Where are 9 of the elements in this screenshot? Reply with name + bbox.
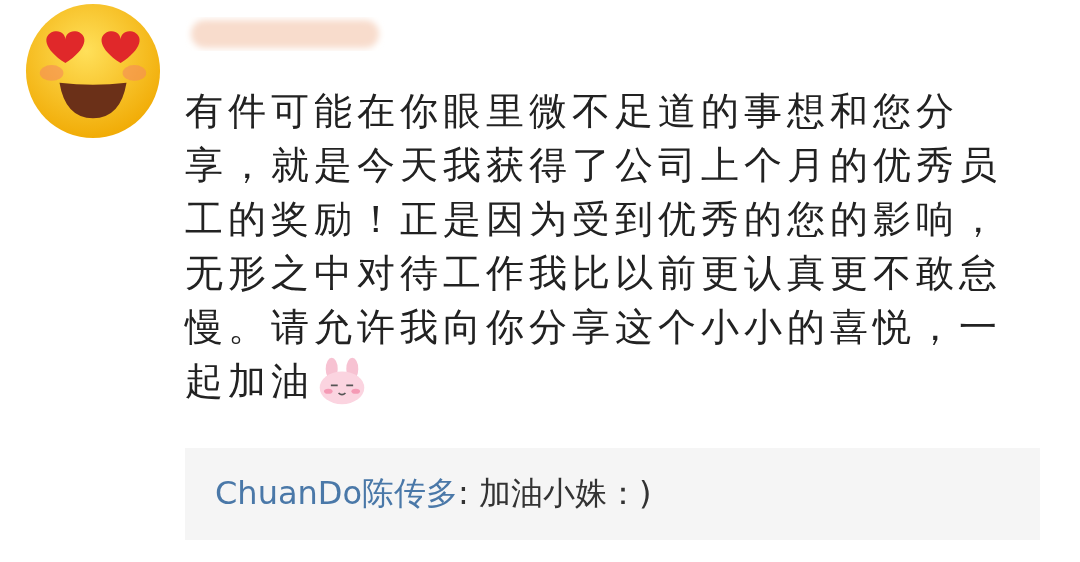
comment-text: 享，就是今天我获得了公司上个月的优秀员 — [185, 142, 1002, 189]
comment-text: 工的奖励！正是因为受到优秀的您的影响， — [185, 196, 1002, 243]
heart-eyes-emoji-icon — [24, 2, 162, 140]
comment-text: 起加油 — [185, 358, 314, 405]
comment-text: 有件可能在你眼里微不足道的事想和您分 — [185, 88, 959, 135]
comment-text: 无形之中对待工作我比以前更认真更不敢怠 — [185, 250, 1002, 297]
reply-text: : 加油小姝：) — [458, 473, 652, 514]
reply-author[interactable]: ChuanDo陈传多 — [215, 472, 458, 516]
comment-text: 慢。请允许我向你分享这个小小的喜悦，一 — [185, 304, 1002, 351]
